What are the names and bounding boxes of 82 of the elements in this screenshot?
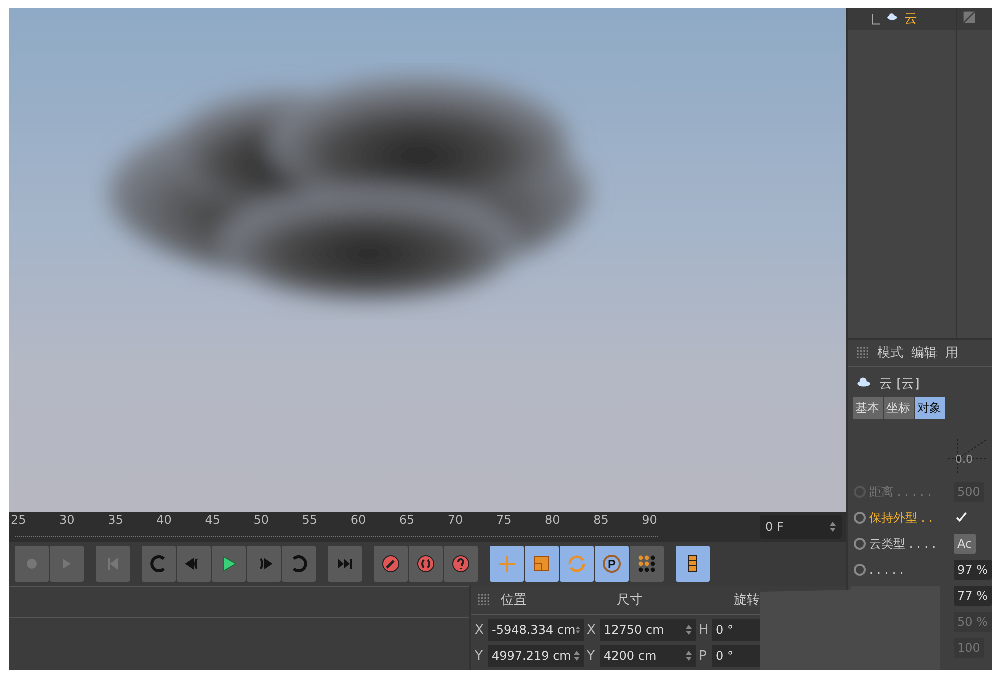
rotate-circle-icon [567,554,587,574]
column-header: 尺寸 [617,592,644,609]
grip-icon [856,346,870,360]
p-circle-icon: P [602,554,622,574]
grip-icon [477,593,491,607]
frame-number: 70 [448,513,464,529]
menu-item[interactable]: 模式 [878,344,904,362]
axis-label: P [699,648,708,664]
spinner-arrows-icon[interactable] [830,522,836,532]
3d-viewport[interactable] [9,8,846,512]
axis-label: H [699,622,709,638]
column-header: 旋转 [734,592,761,609]
frame-number: 65 [399,513,415,529]
next-frame-button[interactable] [247,546,281,582]
scale-square-icon [532,554,552,574]
spinner-arrows-icon[interactable] [576,625,580,635]
spinner-arrows-icon[interactable] [686,625,692,635]
frame-number: 30 [60,513,75,529]
parameter-label: 距离 . . . . . [870,484,933,500]
ring-icon [854,564,866,576]
object-name: 云 [904,11,918,28]
frame-number: 80 [545,513,560,529]
autokey-button[interactable] [409,546,443,582]
axis-label: Y [587,648,596,664]
tool-toggle-button[interactable] [560,546,594,582]
parameter-label: 云类型 . . . . [870,536,938,552]
tool-toggle-button[interactable] [630,546,664,582]
coordinate-field[interactable]: 4997.219 cm [488,645,584,667]
value-field[interactable]: 77 % [954,586,992,606]
frame-number: 45 [205,513,220,529]
play-button[interactable] [212,546,246,582]
tree-branch-icon [872,14,880,24]
menu-item[interactable]: 编辑 [912,344,938,362]
autokey-icon [416,554,436,574]
dot-grid-icon [637,554,657,574]
tool-toggle-button[interactable] [490,546,524,582]
tab[interactable]: 对象 [914,397,944,419]
frame-number: 60 [350,513,366,529]
axis-label: X [475,622,485,638]
tool-toggle-button[interactable]: P [595,546,629,582]
dropdown[interactable]: Ac [954,534,976,554]
previous-frame-button[interactable] [177,546,211,582]
tab[interactable]: 坐标 [884,397,914,419]
tab[interactable]: 基本 [852,397,882,419]
object-title: 云 [云] [880,376,920,393]
question-mark-icon [451,554,471,574]
frame-number: 75 [496,513,512,529]
parameter-label: 保持外型 . . [870,510,934,526]
frame-number: 90 [642,513,658,529]
ring-icon [854,512,866,524]
tool-toggle-button[interactable] [525,546,559,582]
axis-label: X [587,622,597,638]
parameter-label: . . . . . [870,563,905,577]
coordinate-field[interactable]: -5948.334 cm [488,619,584,641]
spinner-arrows-icon[interactable] [574,651,580,661]
current-frame-field[interactable]: 0 F [760,515,842,539]
graph-axis-drawing [948,439,988,473]
go-to-start-button[interactable] [96,546,130,582]
previous-key-button[interactable] [142,546,176,582]
key-icon [381,554,401,574]
object-row[interactable]: 云 [848,8,956,30]
axis-label: Y [475,648,484,664]
film-strip-button[interactable] [676,546,710,582]
value-field[interactable]: 97 % [954,560,992,580]
frame-number: 50 [254,513,270,529]
help-button[interactable] [444,546,478,582]
column-header: 位置 [501,592,528,609]
frame-number: 25 [11,513,26,529]
checkmark-icon [954,511,968,525]
go-to-end-button[interactable] [328,546,362,582]
next-key-button[interactable] [282,546,316,582]
coordinate-field[interactable]: 12750 cm [600,619,696,641]
frame-number: 55 [302,513,318,529]
record-keys-button[interactable] [374,546,408,582]
frame-number: 40 [156,513,172,529]
coordinate-field[interactable]: 4200 cm [600,645,696,667]
frame-number: 35 [108,513,124,529]
spinner-arrows-icon[interactable] [686,651,692,661]
frame-number: 85 [594,513,609,529]
graph-value: 0.0 [956,453,973,466]
menu-item[interactable]: 用 [946,344,958,362]
ring-icon [854,538,866,550]
